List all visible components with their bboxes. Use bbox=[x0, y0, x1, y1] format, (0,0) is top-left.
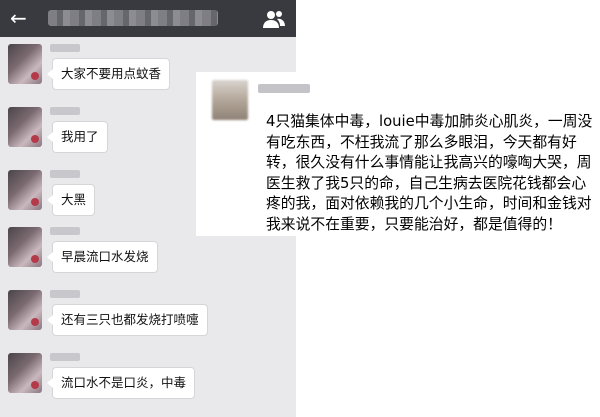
chat-title-redacted bbox=[48, 10, 218, 26]
avatar[interactable] bbox=[8, 107, 42, 147]
avatar[interactable] bbox=[8, 170, 42, 210]
list-item: 还有三只也都发烧打喷嚏 bbox=[8, 290, 296, 342]
avatar[interactable] bbox=[8, 353, 42, 393]
social-post-card: 4只猫集体中毒，louie中毒加肺炎心肌炎，一周没有吃东西，不枉我流了那么多眼泪… bbox=[196, 72, 600, 236]
message-bubble[interactable]: 我用了 bbox=[47, 121, 108, 153]
avatar[interactable] bbox=[8, 290, 42, 330]
message-bubble[interactable]: 流口水不是口炎，中毒 bbox=[46, 367, 196, 399]
sender-name-redacted bbox=[50, 353, 80, 361]
message-bubble[interactable]: 早晨流口水发烧 bbox=[47, 241, 158, 273]
sender-name-redacted bbox=[50, 227, 80, 235]
sender-name-redacted bbox=[50, 44, 80, 52]
avatar[interactable] bbox=[212, 80, 248, 120]
avatar[interactable] bbox=[8, 227, 42, 267]
message-bubble[interactable]: 还有三只也都发烧打喷嚏 bbox=[47, 304, 208, 336]
sender-name-redacted bbox=[50, 290, 80, 298]
message-bubble[interactable]: 大家不要用点蚊香 bbox=[46, 58, 171, 90]
sender-name-redacted bbox=[50, 107, 80, 115]
post-text: 4只猫集体中毒，louie中毒加肺炎心肌炎，一周没有吃东西，不枉我流了那么多眼泪… bbox=[266, 113, 593, 233]
list-item: 流口水不是口炎，中毒 bbox=[8, 353, 296, 405]
arrow-left-icon[interactable]: ← bbox=[10, 6, 27, 30]
sender-name-redacted bbox=[50, 170, 80, 178]
message-bubble[interactable]: 大黑 bbox=[46, 184, 96, 216]
poster-name-redacted bbox=[258, 84, 310, 93]
avatar[interactable] bbox=[8, 44, 42, 84]
chat-header: ← bbox=[0, 0, 296, 37]
group-members-icon[interactable] bbox=[262, 8, 286, 30]
